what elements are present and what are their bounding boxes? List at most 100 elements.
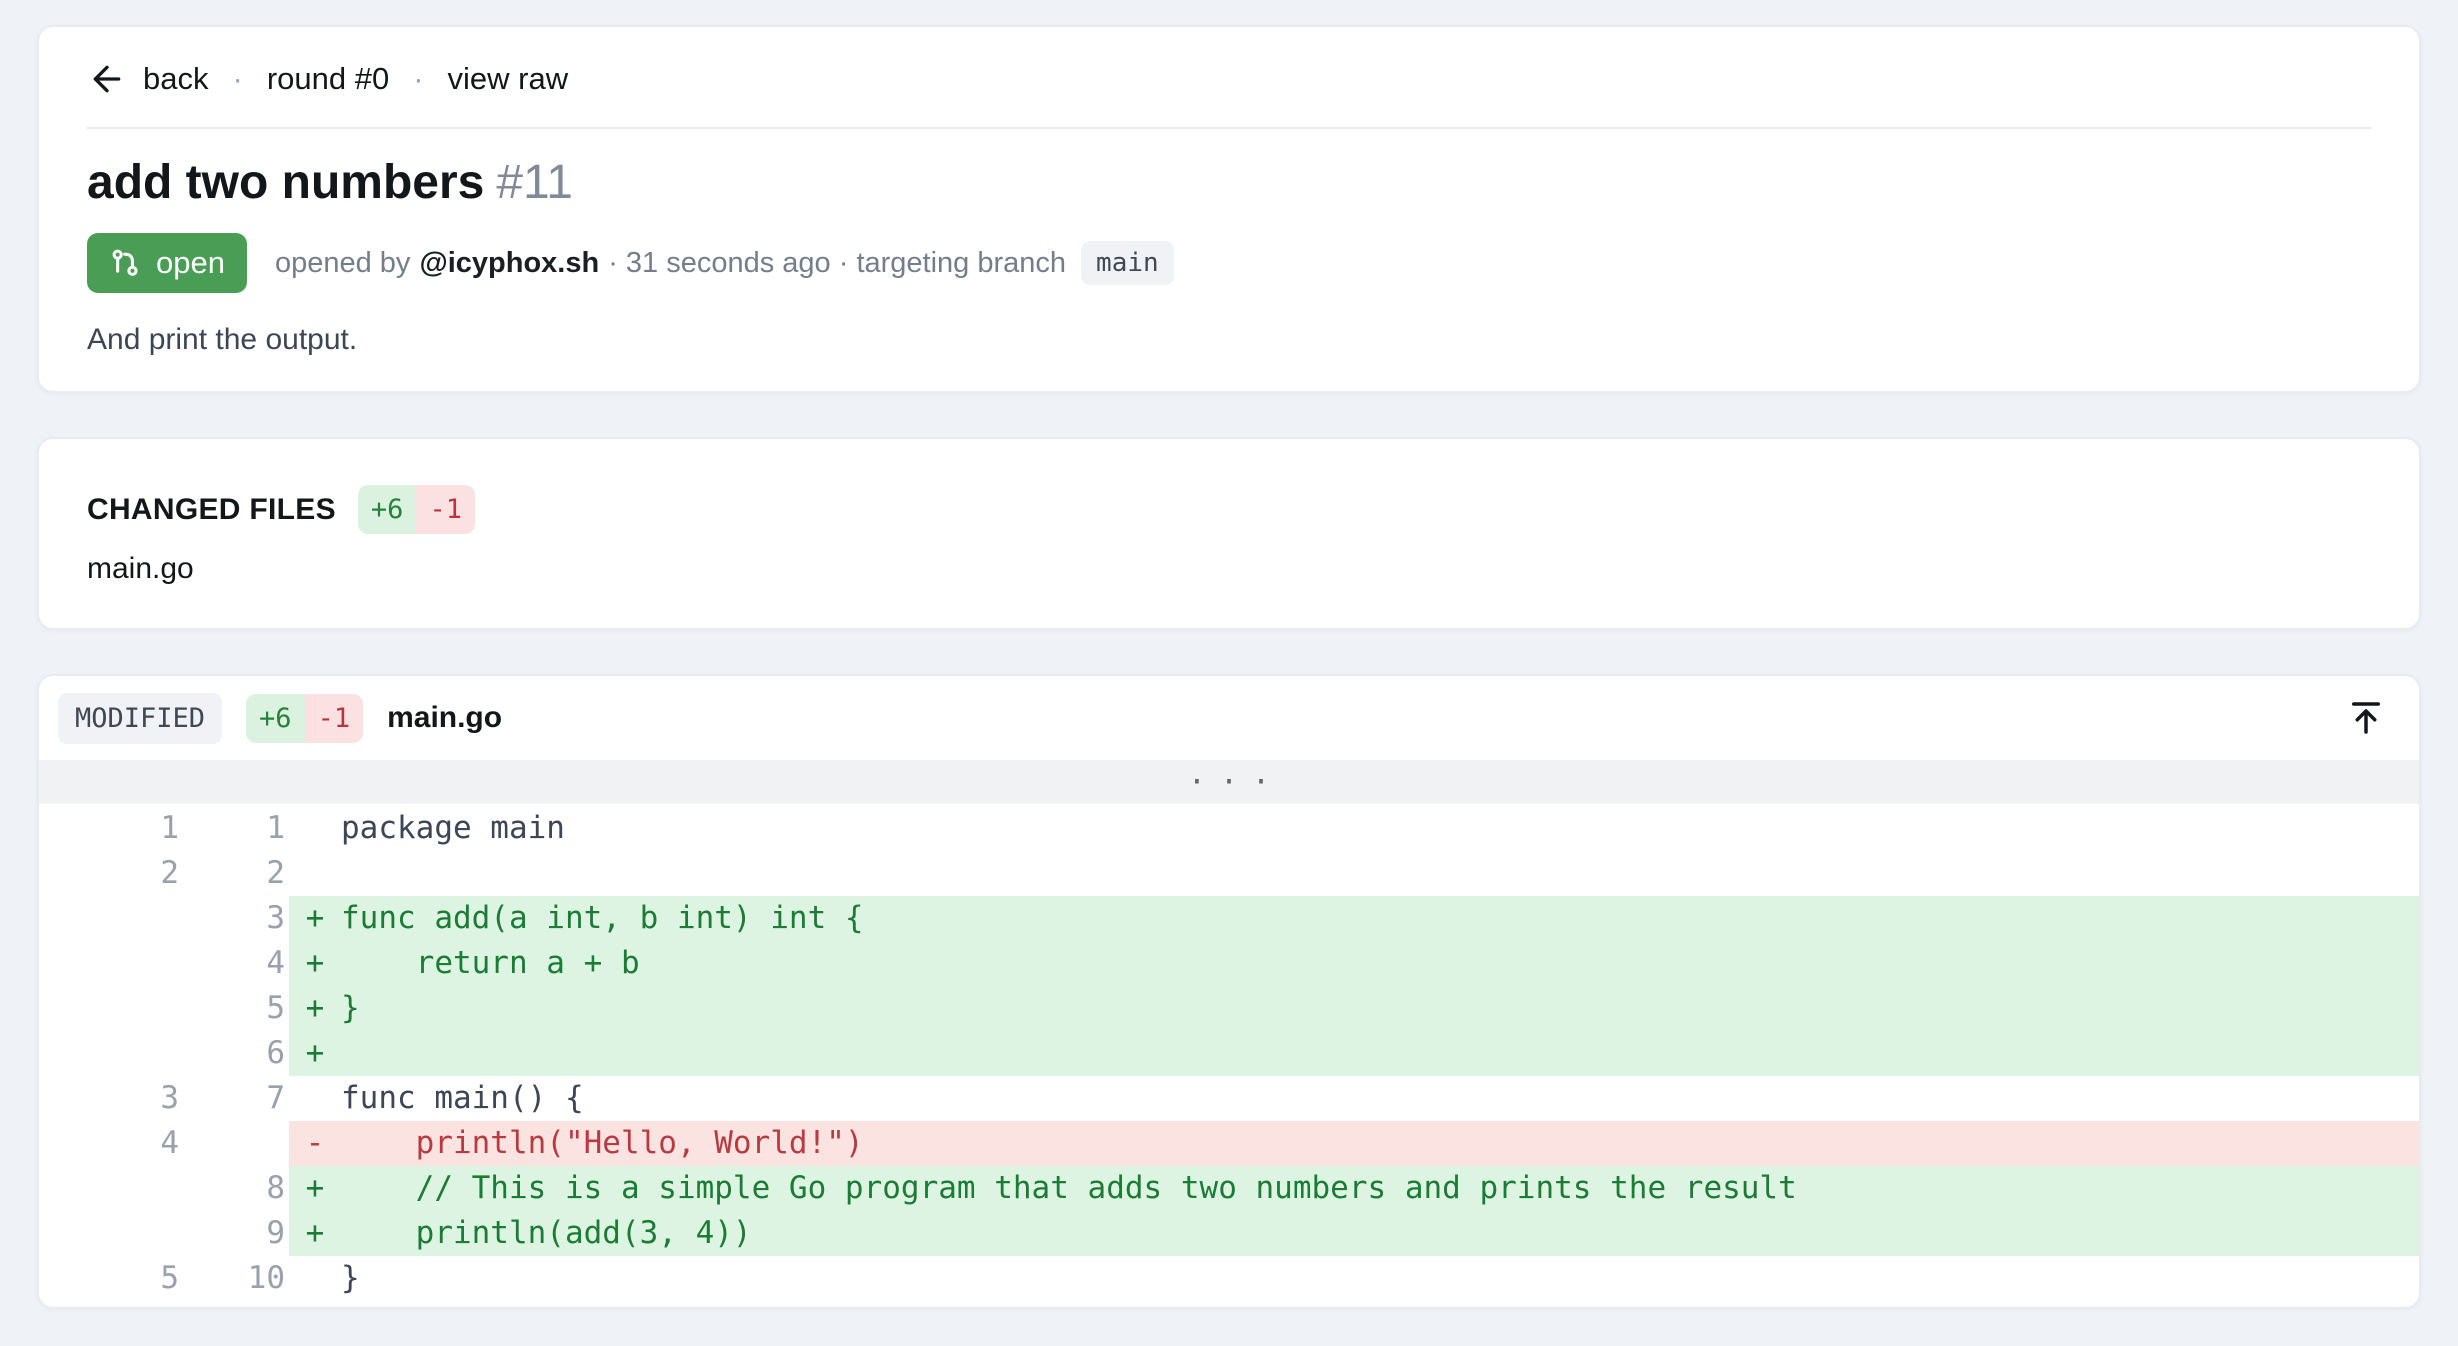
new-line-number: 4 <box>179 941 285 986</box>
old-line-number: 3 <box>39 1076 179 1121</box>
new-line-number: 8 <box>179 1166 285 1211</box>
changed-files-list: main.go <box>87 552 2371 586</box>
diff-row: 8+ // This is a simple Go program that a… <box>39 1166 2419 1211</box>
diff-sign <box>289 806 341 851</box>
page-title: add two numbers#11 <box>87 155 2371 211</box>
diff-line-body <box>289 851 2419 896</box>
diff-sign: + <box>289 986 341 1031</box>
round-link[interactable]: round #0 <box>267 61 389 97</box>
diff-filename: main.go <box>387 701 502 735</box>
top-nav: back · round #0 · view raw <box>87 57 2371 101</box>
diff-sign: - <box>289 1121 341 1166</box>
deletions-count: -1 <box>305 694 364 743</box>
old-line-number <box>39 1211 179 1256</box>
old-line-number <box>39 1031 179 1076</box>
new-line-number: 1 <box>179 806 285 851</box>
diff-code: } <box>341 986 2419 1031</box>
diff-code: func main() { <box>341 1076 2419 1121</box>
expand-context-row[interactable]: ··· <box>39 760 2419 804</box>
back-label: back <box>143 61 208 97</box>
pull-request-number: #11 <box>496 156 573 209</box>
diff-row: 5+} <box>39 986 2419 1031</box>
pull-meta: opened by @icyphox.sh · 31 seconds ago ·… <box>275 241 1174 285</box>
old-line-number: 2 <box>39 851 179 896</box>
diff-sign <box>289 1256 341 1301</box>
old-line-number: 4 <box>39 1121 179 1166</box>
pull-description: And print the output. <box>87 321 2371 359</box>
author-link[interactable]: @icyphox.sh <box>419 247 599 280</box>
pull-request-card: back · round #0 · view raw add two numbe… <box>37 25 2421 393</box>
diff-row: 4 - println("Hello, World!") <box>39 1121 2419 1166</box>
status-label: open <box>156 245 225 281</box>
view-raw-link[interactable]: view raw <box>448 61 569 97</box>
diff-code: func add(a int, b int) int { <box>341 896 2419 941</box>
arrow-left-icon <box>87 59 127 99</box>
diff-row: 510} <box>39 1256 2419 1301</box>
diff-line-body: + println(add(3, 4)) <box>289 1211 2419 1256</box>
diff-rows: 11package main223+func add(a int, b int)… <box>39 804 2419 1301</box>
diff-row: 22 <box>39 851 2419 896</box>
status-row: open opened by @icyphox.sh · 31 seconds … <box>87 233 2371 293</box>
diff-line-body: +} <box>289 986 2419 1031</box>
old-line-number: 5 <box>39 1256 179 1301</box>
collapse-to-top-button[interactable] <box>2341 693 2391 743</box>
target-branch-pill[interactable]: main <box>1081 241 1174 285</box>
new-line-number: 6 <box>179 1031 285 1076</box>
additions-count: +6 <box>246 694 305 743</box>
diff-code: println(add(3, 4)) <box>341 1211 2419 1256</box>
diff-sign: + <box>289 1166 341 1211</box>
diff-stat-pill: +6 -1 <box>358 485 475 534</box>
diff-code: package main <box>341 806 2419 851</box>
file-status-pill: MODIFIED <box>58 693 222 744</box>
changed-files-card: CHANGED FILES +6 -1 main.go <box>37 437 2421 630</box>
diff-row: 11package main <box>39 806 2419 851</box>
old-line-number <box>39 986 179 1031</box>
changed-file-link[interactable]: main.go <box>87 552 2371 586</box>
diff-line-body: +func add(a int, b int) int { <box>289 896 2419 941</box>
new-line-number: 5 <box>179 986 285 1031</box>
old-line-number <box>39 941 179 986</box>
changed-files-heading: CHANGED FILES <box>87 493 336 527</box>
new-line-number <box>179 1121 285 1166</box>
back-button[interactable]: back <box>87 59 208 99</box>
new-line-number: 7 <box>179 1076 285 1121</box>
diff-row: 9+ println(add(3, 4)) <box>39 1211 2419 1256</box>
new-line-number: 3 <box>179 896 285 941</box>
diff-row: 4+ return a + b <box>39 941 2419 986</box>
header-divider <box>87 127 2371 129</box>
diff-sign: + <box>289 1031 341 1076</box>
diff-code <box>341 1031 2419 1076</box>
diff-line-body: - println("Hello, World!") <box>289 1121 2419 1166</box>
diff-code: return a + b <box>341 941 2419 986</box>
new-line-number: 10 <box>179 1256 285 1301</box>
additions-count: +6 <box>358 485 417 534</box>
pull-request-title: add two numbers <box>87 156 484 209</box>
old-line-number <box>39 896 179 941</box>
diff-sign <box>289 851 341 896</box>
diff-line-body: + <box>289 1031 2419 1076</box>
diff-code: println("Hello, World!") <box>341 1121 2419 1166</box>
nav-separator: · <box>232 61 242 97</box>
nav-separator: · <box>413 61 423 97</box>
diff-sign: + <box>289 1211 341 1256</box>
diff-header: MODIFIED +6 -1 main.go <box>39 676 2419 760</box>
diff-card: MODIFIED +6 -1 main.go ··· 11package mai… <box>37 674 2421 1309</box>
diff-code: // This is a simple Go program that adds… <box>341 1166 2419 1211</box>
status-badge: open <box>87 233 247 293</box>
diff-row: 3+func add(a int, b int) int { <box>39 896 2419 941</box>
diff-line-body: + return a + b <box>289 941 2419 986</box>
diff-sign <box>289 1076 341 1121</box>
diff-row: 37 func main() { <box>39 1076 2419 1121</box>
old-line-number <box>39 1166 179 1211</box>
pull-request-icon <box>109 246 143 280</box>
new-line-number: 9 <box>179 1211 285 1256</box>
diff-line-body: package main <box>289 806 2419 851</box>
collapse-up-icon <box>2345 697 2387 739</box>
diff-stat-pill: +6 -1 <box>246 694 363 743</box>
diff-code <box>341 851 2419 896</box>
deletions-count: -1 <box>416 485 475 534</box>
opened-by-text: opened by <box>275 247 410 280</box>
diff-line-body: + // This is a simple Go program that ad… <box>289 1166 2419 1211</box>
diff-row: 6+ <box>39 1031 2419 1076</box>
new-line-number: 2 <box>179 851 285 896</box>
